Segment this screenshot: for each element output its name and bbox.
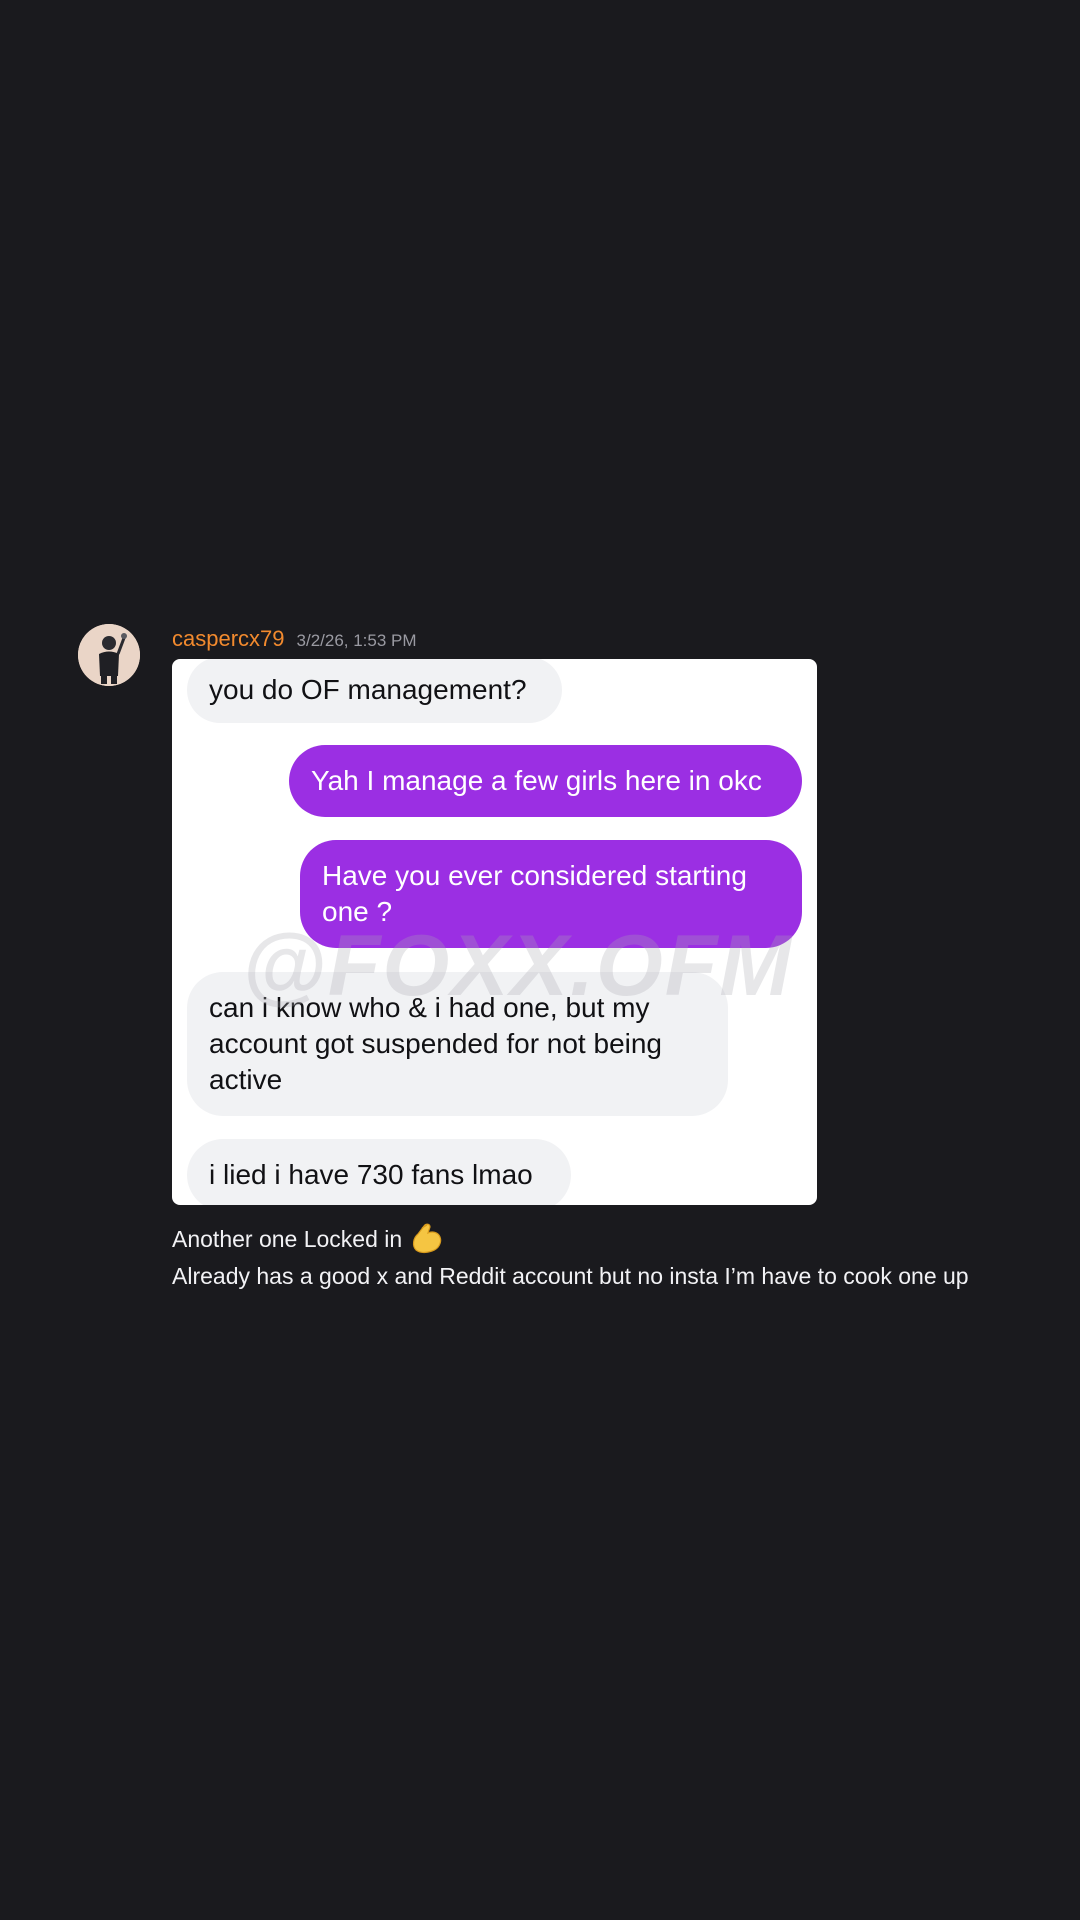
message-line: Already has a good x and Reddit account … <box>172 1263 969 1289</box>
user-avatar-icon[interactable] <box>78 624 140 686</box>
chat-page: caspercx79 3/2/26, 1:53 PM you do OF man… <box>0 0 1080 1920</box>
message-line: Another one Locked in <box>172 1220 446 1258</box>
outgoing-bubble: Yah I manage a few girls here in okc <box>289 745 802 817</box>
flexed-biceps-icon <box>413 1223 442 1253</box>
incoming-bubble: you do OF management? <box>187 659 562 723</box>
bubble-text: Yah I manage a few girls here in okc <box>311 765 762 796</box>
incoming-bubble: can i know who & i had one, but my accou… <box>187 972 728 1116</box>
outgoing-bubble: Have you ever considered starting one ? <box>300 840 802 948</box>
timestamp: 3/2/26, 1:53 PM <box>296 631 417 650</box>
message-line-text: Another one Locked in <box>172 1225 403 1252</box>
bubble-text: can i know who & i had one, but my accou… <box>209 992 663 1095</box>
embedded-screenshot[interactable]: you do OF management? Yah I manage a few… <box>172 659 817 1205</box>
bubble-text: Have you ever considered starting one ? <box>322 860 747 927</box>
incoming-bubble: i lied i have 730 fans lmao <box>187 1139 571 1205</box>
bubble-text: i lied i have 730 fans lmao <box>209 1159 533 1190</box>
username[interactable]: caspercx79 <box>172 626 285 652</box>
bubble-text: you do OF management? <box>209 674 527 705</box>
avatar-figure-icon <box>78 624 140 686</box>
message-header: caspercx79 3/2/26, 1:53 PM <box>172 626 417 652</box>
